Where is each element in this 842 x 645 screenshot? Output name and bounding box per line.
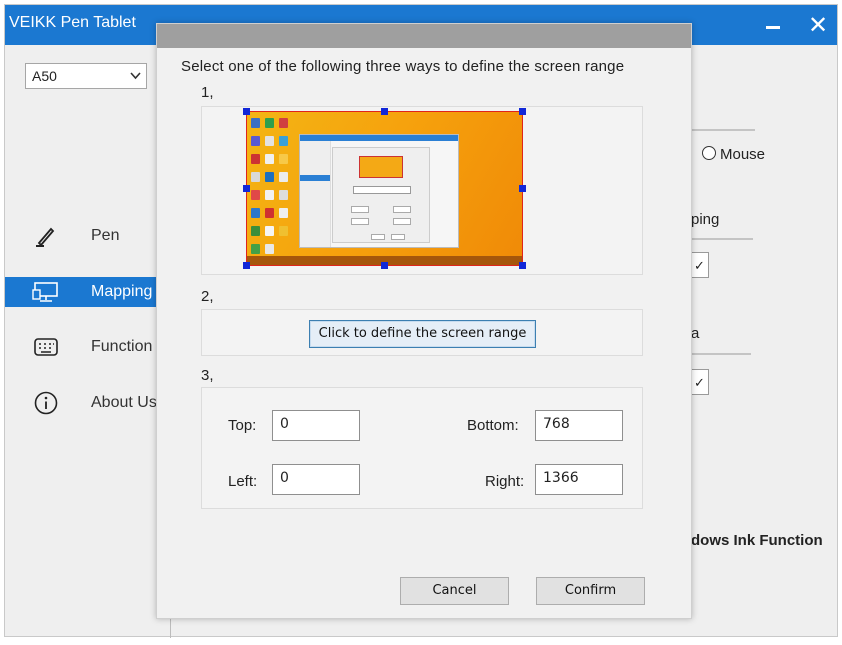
sidebar-item-about-us[interactable]: About Us	[5, 388, 170, 418]
resize-handle[interactable]	[243, 185, 250, 192]
section-divider	[691, 129, 755, 131]
sidebar-item-label: Function	[91, 338, 153, 355]
close-icon: ✕	[807, 11, 829, 39]
resize-handle[interactable]	[519, 185, 526, 192]
close-button[interactable]: ✕	[804, 11, 832, 39]
resize-handle[interactable]	[381, 262, 388, 269]
mouse-radio-label: Mouse	[720, 146, 766, 163]
area-section-label: a	[691, 325, 700, 342]
sidebar-item-label: Pen	[91, 227, 120, 244]
step-1-label: 1,	[201, 84, 214, 101]
minimize-button[interactable]	[759, 11, 787, 39]
area-checkbox[interactable]: ✓	[691, 369, 709, 395]
sidebar-item-pen[interactable]: Pen	[5, 221, 170, 251]
right-input[interactable]: 1366	[535, 464, 623, 495]
screen-preview[interactable]	[246, 111, 523, 266]
resize-handle[interactable]	[519, 108, 526, 115]
sidebar-item-label: About Us	[91, 394, 157, 411]
dialog-instruction: Select one of the following three ways t…	[181, 58, 625, 75]
confirm-button[interactable]: Confirm	[536, 577, 645, 605]
chevron-down-icon	[130, 64, 141, 96]
pen-icon	[31, 221, 61, 251]
sidebar-item-mapping[interactable]: Mapping	[5, 277, 170, 307]
mouse-radio[interactable]: Mouse	[702, 146, 765, 163]
bottom-label: Bottom:	[467, 417, 519, 434]
resize-handle[interactable]	[519, 262, 526, 269]
section-divider	[691, 353, 751, 355]
right-label: Right:	[485, 473, 525, 490]
top-label: Top:	[228, 417, 257, 434]
define-screen-range-button[interactable]: Click to define the screen range	[309, 320, 536, 348]
bottom-input[interactable]: 768	[535, 410, 623, 441]
info-icon	[31, 388, 61, 418]
mapping-section-label: ping	[691, 211, 720, 228]
device-select[interactable]: A50	[25, 63, 147, 89]
resize-handle[interactable]	[381, 108, 388, 115]
resize-handle[interactable]	[243, 108, 250, 115]
cancel-button[interactable]: Cancel	[400, 577, 509, 605]
section-divider	[691, 238, 753, 240]
step-2-label: 2,	[201, 288, 214, 305]
dialog-header	[157, 24, 691, 48]
mapping-checkbox[interactable]: ✓	[691, 252, 709, 278]
keyboard-icon	[31, 332, 61, 362]
step-3-label: 3,	[201, 367, 214, 384]
resize-handle[interactable]	[243, 262, 250, 269]
minimize-icon	[766, 25, 780, 29]
left-label: Left:	[228, 473, 258, 490]
windows-ink-label: dows Ink Function	[691, 532, 823, 549]
screen-range-dialog: Select one of the following three ways t…	[156, 23, 692, 619]
left-input[interactable]: 0	[272, 464, 360, 495]
preview-window	[299, 134, 459, 248]
monitor-icon	[31, 277, 61, 307]
top-input[interactable]: 0	[272, 410, 360, 441]
radio-icon	[702, 146, 716, 160]
device-select-value: A50	[32, 68, 57, 84]
window-title: VEIKK Pen Tablet	[9, 14, 136, 31]
sidebar-item-label: Mapping	[91, 283, 153, 300]
sidebar-item-function[interactable]: Function	[5, 332, 170, 362]
